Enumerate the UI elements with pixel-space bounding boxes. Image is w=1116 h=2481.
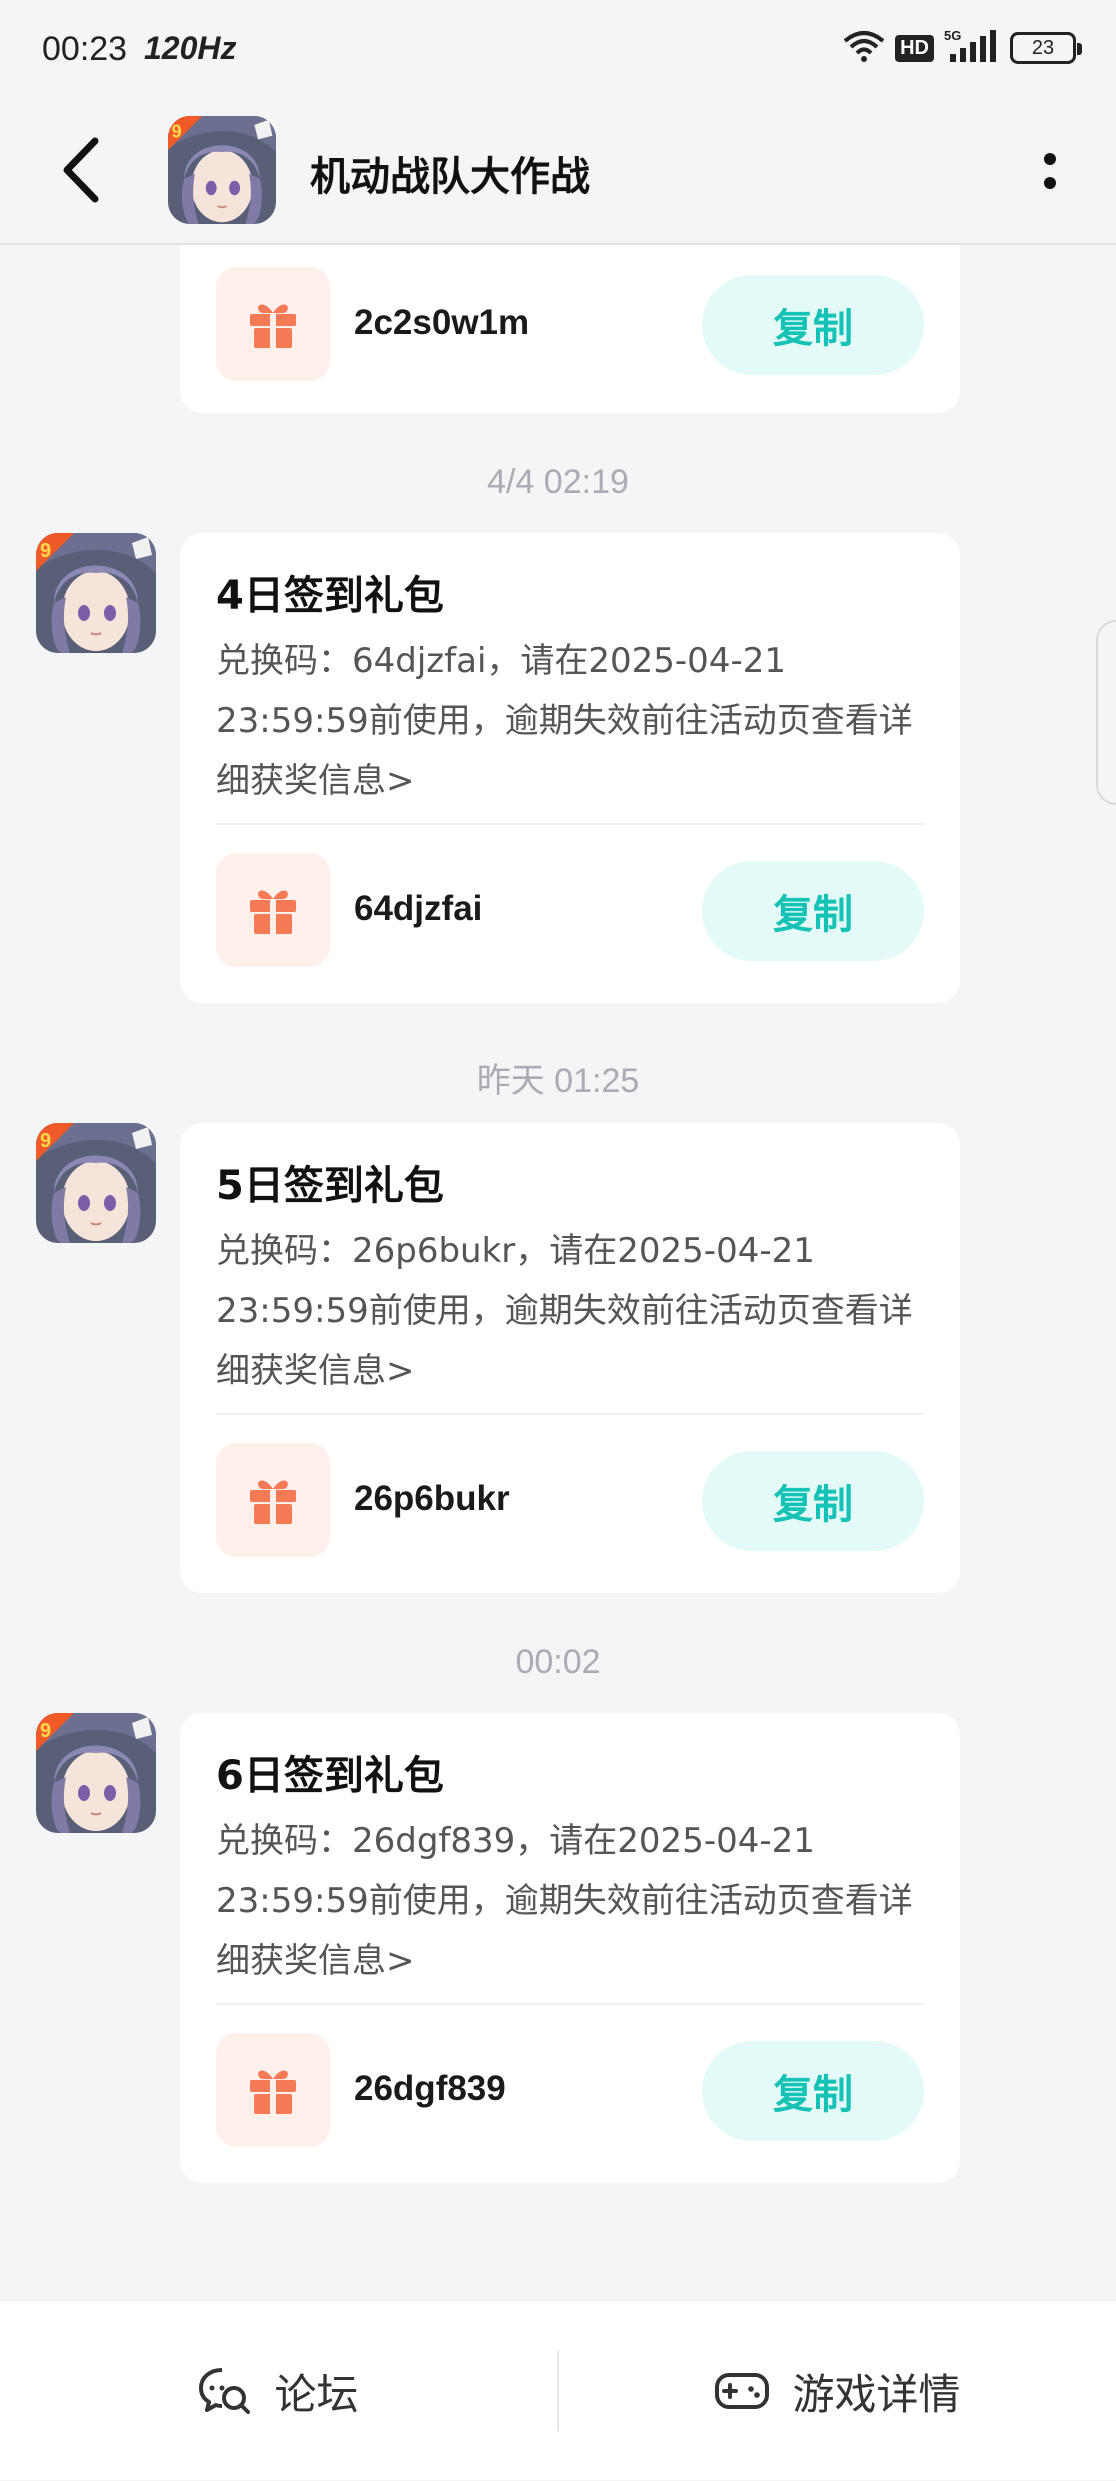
gift-code: 26p6bukr xyxy=(354,1479,510,1518)
message-timestamp: 00:02 xyxy=(515,1643,601,1681)
gift-card-description[interactable]: 兑换码：26p6bukr，请在2025-04-21 23:59:59前使用，逾期… xyxy=(216,1221,936,1401)
gift-card-title: 5日签到礼包 xyxy=(216,1163,444,1209)
gift-icon xyxy=(216,2033,330,2147)
gift-card: 6日签到礼包 兑换码：26dgf839，请在2025-04-21 23:59:5… xyxy=(180,1713,960,2183)
navigation-bar: 机动战队大作战 xyxy=(0,100,1116,245)
gift-icon xyxy=(216,267,330,381)
hd-badge: HD xyxy=(895,34,934,62)
copy-button[interactable]: 复制 xyxy=(702,861,924,961)
gamepad-icon xyxy=(715,2373,770,2409)
copy-button[interactable]: 复制 xyxy=(702,1451,924,1551)
gift-card-description[interactable]: 兑换码：26dgf839，请在2025-04-21 23:59:59前使用，逾期… xyxy=(216,1811,936,1991)
back-button[interactable] xyxy=(55,135,115,205)
bottom-navigation: 论坛 游戏详情 xyxy=(0,2300,1116,2480)
svg-text:5G: 5G xyxy=(944,28,961,43)
more-dot-icon xyxy=(1044,177,1056,189)
battery-indicator: 23 xyxy=(1010,32,1082,64)
sender-avatar[interactable] xyxy=(36,1713,156,1833)
gift-code: 26dgf839 xyxy=(354,2069,506,2108)
status-icons: HD 5G 23 xyxy=(843,28,1082,68)
page-title: 机动战队大作战 xyxy=(310,154,590,200)
divider xyxy=(216,1413,924,1415)
more-dot-icon xyxy=(1044,153,1056,165)
game-details-button[interactable]: 游戏详情 xyxy=(559,2301,1116,2481)
gift-icon xyxy=(216,1443,330,1557)
refresh-rate-indicator: 120Hz xyxy=(144,30,237,66)
message-list[interactable]: 2c2s0w1m 复制 4/4 02:19 4日签到礼包 兑换码：64djzfa… xyxy=(0,245,1116,2295)
sender-avatar[interactable] xyxy=(36,1123,156,1243)
status-time: 00:23 xyxy=(42,30,128,68)
divider xyxy=(216,2003,924,2005)
gift-card: 4日签到礼包 兑换码：64djzfai，请在2025-04-21 23:59:5… xyxy=(180,533,960,1003)
sender-avatar[interactable] xyxy=(36,533,156,653)
game-details-label: 游戏详情 xyxy=(792,2369,961,2419)
gift-card-title: 4日签到礼包 xyxy=(216,573,444,619)
more-options-button[interactable] xyxy=(1030,146,1070,196)
message-timestamp: 昨天 01:25 xyxy=(476,1062,640,1100)
copy-button[interactable]: 复制 xyxy=(702,2041,924,2141)
wifi-icon xyxy=(843,29,885,67)
forum-label: 论坛 xyxy=(274,2369,359,2419)
game-avatar[interactable] xyxy=(168,116,276,224)
gift-card-description[interactable]: 兑换码：64djzfai，请在2025-04-21 23:59:59前使用，逾期… xyxy=(216,631,936,811)
signal-icon: 5G xyxy=(944,28,1000,68)
gift-icon xyxy=(216,853,330,967)
gift-card-title: 6日签到礼包 xyxy=(216,1753,444,1799)
side-drawer-handle[interactable] xyxy=(1096,620,1116,805)
back-arrow-icon xyxy=(63,137,99,203)
gift-code: 64djzfai xyxy=(354,889,483,928)
message-timestamp: 4/4 02:19 xyxy=(487,463,629,501)
gift-card: 2c2s0w1m 复制 xyxy=(180,245,960,413)
gift-code: 2c2s0w1m xyxy=(354,303,530,342)
gift-card: 5日签到礼包 兑换码：26p6bukr，请在2025-04-21 23:59:5… xyxy=(180,1123,960,1593)
forum-chat-icon xyxy=(199,2368,251,2414)
divider xyxy=(216,823,924,825)
status-bar: 00:23 120Hz HD 5G 23 xyxy=(0,0,1116,100)
copy-button[interactable]: 复制 xyxy=(702,275,924,375)
forum-button[interactable]: 论坛 xyxy=(0,2301,557,2481)
